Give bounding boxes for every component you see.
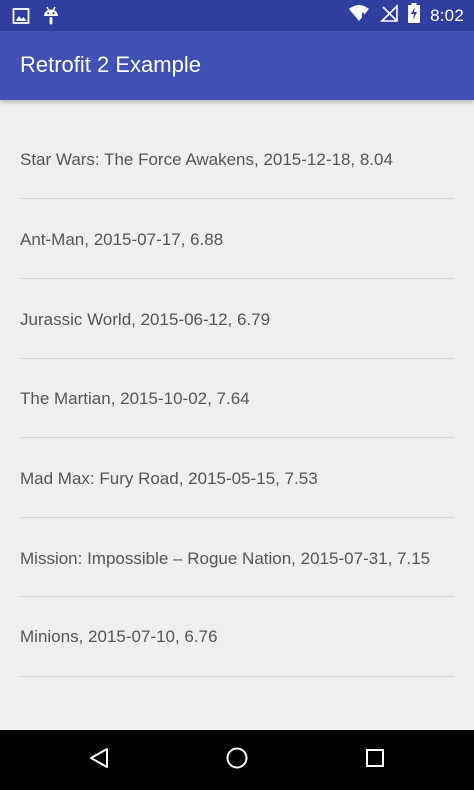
list-item-label: Mission: Impossible – Rogue Nation, 2015… bbox=[20, 549, 431, 568]
list-item-label: The Martian, 2015-10-02, 7.64 bbox=[20, 389, 250, 408]
app-title: Retrofit 2 Example bbox=[20, 52, 201, 77]
battery-charging-icon bbox=[408, 3, 421, 28]
list-item-label: Mad Max: Fury Road, 2015-05-15, 7.53 bbox=[20, 469, 318, 488]
image-icon bbox=[12, 7, 30, 30]
system-status: 8:02 bbox=[348, 0, 464, 31]
list-item[interactable]: Mission: Impossible – Rogue Nation, 2015… bbox=[0, 518, 474, 597]
list-item[interactable]: Jurassic World, 2015-06-12, 6.79 bbox=[0, 279, 474, 359]
navigation-bar bbox=[0, 730, 474, 790]
list-item-label: Star Wars: The Force Awakens, 2015-12-18… bbox=[20, 150, 393, 169]
android-icon bbox=[42, 6, 60, 31]
list-item-label: Minions, 2015-07-10, 6.76 bbox=[20, 627, 218, 646]
list-item[interactable]: The Martian, 2015-10-02, 7.64 bbox=[0, 359, 474, 438]
list-item-label: Jurassic World, 2015-06-12, 6.79 bbox=[20, 310, 271, 329]
list-item[interactable]: Minions, 2015-07-10, 6.76 bbox=[0, 597, 474, 677]
home-icon bbox=[225, 746, 249, 775]
app-bar: Retrofit 2 Example bbox=[0, 31, 474, 100]
divider bbox=[20, 676, 454, 677]
list-item-label: Ant-Man, 2015-07-17, 6.88 bbox=[20, 230, 224, 249]
movie-list[interactable]: Star Wars: The Force Awakens, 2015-12-18… bbox=[0, 100, 474, 730]
list-item[interactable]: Mad Max: Fury Road, 2015-05-15, 7.53 bbox=[0, 438, 474, 518]
back-icon bbox=[88, 747, 110, 774]
list-item[interactable]: Ant-Man, 2015-07-17, 6.88 bbox=[0, 199, 474, 279]
list-item[interactable]: Star Wars: The Force Awakens, 2015-12-18… bbox=[0, 100, 474, 199]
home-button[interactable] bbox=[207, 730, 267, 790]
wifi-icon bbox=[348, 4, 370, 27]
clock: 8:02 bbox=[430, 5, 464, 25]
back-button[interactable] bbox=[69, 730, 129, 790]
recents-button[interactable] bbox=[345, 730, 405, 790]
notification-icons bbox=[12, 6, 60, 31]
status-bar: 8:02 bbox=[0, 0, 474, 31]
recents-icon bbox=[365, 748, 385, 773]
no-signal-icon bbox=[380, 4, 398, 27]
